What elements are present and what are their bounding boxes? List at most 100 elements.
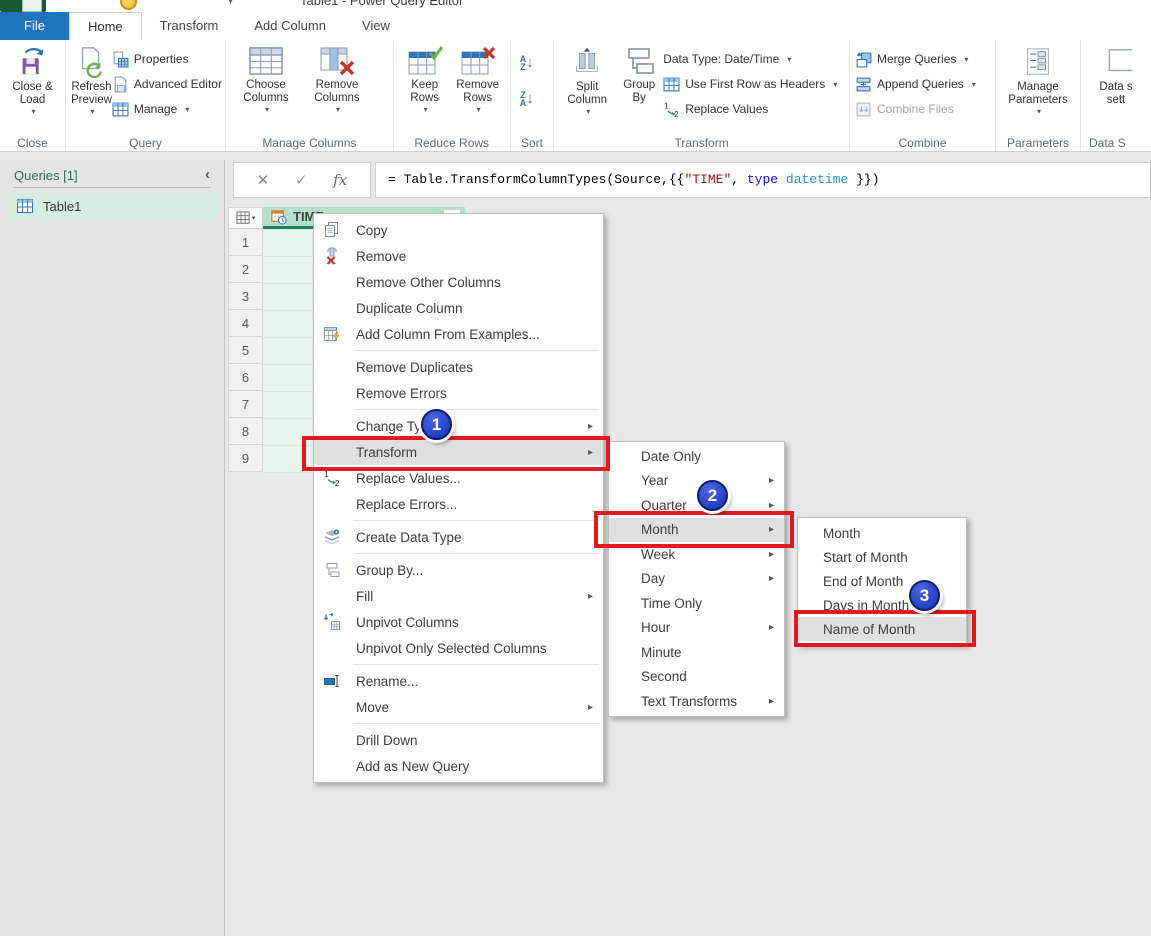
remove-columns-button[interactable]: Remove Columns▾ xyxy=(301,43,373,114)
row-number[interactable]: 1 xyxy=(228,229,263,256)
submenu-item-date-only[interactable]: Date Only xyxy=(609,444,784,469)
keep-rows-button[interactable]: Keep Rows▾ xyxy=(399,43,451,114)
step-badge-1: 1 xyxy=(421,409,452,440)
row-number[interactable]: 8 xyxy=(228,418,263,445)
submenu-item-day[interactable]: Day▸ xyxy=(609,567,784,592)
submenu-arrow-icon: ▸ xyxy=(769,549,774,560)
tab-transform[interactable]: Transform xyxy=(142,12,237,40)
row-number[interactable]: 5 xyxy=(228,337,263,364)
ribbon-tabs: File Home Transform Add Column View xyxy=(0,12,1151,40)
menu-item-remove-errors[interactable]: Remove Errors xyxy=(314,380,603,406)
select-all-cell[interactable]: ▾ xyxy=(228,207,263,229)
menu-item-fill[interactable]: Fill ▸ xyxy=(314,583,603,609)
group-by-button[interactable]: Group By xyxy=(615,43,663,105)
commit-icon[interactable]: ✓ xyxy=(295,171,308,189)
menu-item-add-column-from-examples[interactable]: Add Column From Examples... xyxy=(314,321,603,347)
row-number[interactable]: 7 xyxy=(228,391,263,418)
dropdown-caret-icon: ▾ xyxy=(90,107,94,116)
formula-bar: ✕ ✓ fx = Table.TransformColumnTypes(Sour… xyxy=(228,160,1151,200)
submenu-item-second[interactable]: Second xyxy=(609,665,784,690)
merge-queries-button[interactable]: Merge Queries▾ xyxy=(855,48,976,70)
queries-panel-header: Queries [1] ‹ xyxy=(14,168,210,188)
remove-columns-label: Remove Columns xyxy=(301,79,373,105)
use-first-row-as-headers-button[interactable]: Use First Row as Headers▾ xyxy=(663,73,837,95)
menu-item-remove-duplicates[interactable]: Remove Duplicates xyxy=(314,354,603,380)
data-source-settings-button[interactable]: Data ssett xyxy=(1086,43,1146,107)
close-and-load-button[interactable]: Close & Load▾ xyxy=(5,43,60,116)
tab-add-column[interactable]: Add Column xyxy=(236,12,344,40)
svg-text:2: 2 xyxy=(335,478,340,487)
row-number[interactable]: 6 xyxy=(228,364,263,391)
menu-item-remove[interactable]: Remove xyxy=(314,243,603,269)
menu-item-unpivot-only-selected[interactable]: Unpivot Only Selected Columns xyxy=(314,635,603,661)
close-load-icon xyxy=(17,46,49,78)
select-all-table-icon xyxy=(236,211,251,226)
tab-file[interactable]: File xyxy=(0,12,69,40)
excel-logo-icon xyxy=(0,0,46,12)
manage-button[interactable]: Manage▾ xyxy=(112,98,222,120)
replace-values-button[interactable]: 12 Replace Values xyxy=(663,98,837,120)
first-row-headers-icon xyxy=(663,76,680,93)
refresh-preview-button[interactable]: Refresh Preview▾ xyxy=(71,43,112,116)
row-number[interactable]: 9 xyxy=(228,445,263,472)
group-label-sort: Sort xyxy=(511,136,554,150)
formula-input[interactable]: = Table.TransformColumnTypes(Source,{{"T… xyxy=(375,162,1151,198)
submenu-item-month-number[interactable]: Month xyxy=(798,521,966,545)
menu-item-unpivot-columns[interactable]: Unpivot Columns xyxy=(314,609,603,635)
manage-parameters-button[interactable]: Manage Parameters▾ xyxy=(1001,43,1075,116)
submenu-item-hour[interactable]: Hour▸ xyxy=(609,616,784,641)
tab-home[interactable]: Home xyxy=(69,12,142,40)
menu-item-add-as-new-query[interactable]: Add as New Query xyxy=(314,753,603,779)
merge-queries-icon xyxy=(855,51,872,68)
keep-rows-label: Keep Rows xyxy=(399,79,451,105)
remove-column-icon xyxy=(323,247,341,265)
menu-item-create-data-type[interactable]: Create Data Type xyxy=(314,524,603,550)
dropdown-caret-icon: ▾ xyxy=(185,105,189,114)
sort-descending-button[interactable]: ZA↓ xyxy=(520,86,534,112)
group-label-reduce-rows: Reduce Rows xyxy=(394,136,510,150)
submenu-arrow-icon: ▸ xyxy=(769,573,774,584)
menu-item-remove-other-columns[interactable]: Remove Other Columns xyxy=(314,269,603,295)
menu-item-replace-errors[interactable]: Replace Errors... xyxy=(314,491,603,517)
merge-queries-label: Merge Queries xyxy=(877,52,956,66)
group-manage-columns: Choose Columns▾ Remove Columns▾ Manage C… xyxy=(226,40,394,151)
menu-separator xyxy=(354,723,599,724)
submenu-item-end-of-month[interactable]: End of Month xyxy=(798,569,966,593)
menu-item-duplicate-column[interactable]: Duplicate Column xyxy=(314,295,603,321)
sort-ascending-button[interactable]: AZ↓ xyxy=(520,50,534,76)
append-queries-button[interactable]: Append Queries▾ xyxy=(855,73,976,95)
svg-text:2: 2 xyxy=(674,109,679,117)
row-number[interactable]: 2 xyxy=(228,256,263,283)
submenu-item-minute[interactable]: Minute xyxy=(609,640,784,665)
choose-columns-button[interactable]: Choose Columns▾ xyxy=(231,43,301,114)
submenu-arrow-icon: ▸ xyxy=(588,421,593,432)
tab-view[interactable]: View xyxy=(344,12,408,40)
remove-rows-button[interactable]: Remove Rows▾ xyxy=(451,43,505,114)
submenu-item-start-of-month[interactable]: Start of Month xyxy=(798,545,966,569)
split-column-button[interactable]: Split Column▾ xyxy=(559,43,615,116)
submenu-item-text-transforms[interactable]: Text Transforms▸ xyxy=(609,689,784,714)
menu-item-rename[interactable]: Rename... xyxy=(314,668,603,694)
menu-item-copy[interactable]: Copy xyxy=(314,217,603,243)
combine-files-button: Combine Files xyxy=(855,98,976,120)
submenu-item-year[interactable]: Year▸ xyxy=(609,469,784,494)
highlight-box-transform xyxy=(302,436,610,471)
choose-columns-label: Choose Columns xyxy=(231,79,301,105)
advanced-editor-button[interactable]: Advanced Editor xyxy=(112,73,222,95)
properties-button[interactable]: Properties xyxy=(112,48,222,70)
row-number[interactable]: 4 xyxy=(228,310,263,337)
data-type-button[interactable]: Data Type: Date/Time▾ xyxy=(663,48,837,70)
query-item-table1[interactable]: Table1 xyxy=(7,193,218,219)
row-number[interactable]: 3 xyxy=(228,283,263,310)
menu-item-move[interactable]: Move ▸ xyxy=(314,694,603,720)
menu-item-drill-down[interactable]: Drill Down xyxy=(314,727,603,753)
manage-parameters-label: Manage Parameters xyxy=(1001,81,1075,107)
cancel-icon[interactable]: ✕ xyxy=(257,171,270,189)
menu-item-group-by[interactable]: Group By... xyxy=(314,557,603,583)
qat-caret-icon[interactable]: ▾ xyxy=(228,0,233,7)
submenu-item-time-only[interactable]: Time Only xyxy=(609,591,784,616)
quick-access-icon[interactable] xyxy=(120,0,137,10)
collapse-pane-icon[interactable]: ‹ xyxy=(205,166,210,183)
append-queries-label: Append Queries xyxy=(877,77,964,91)
group-label-query: Query xyxy=(66,136,225,150)
